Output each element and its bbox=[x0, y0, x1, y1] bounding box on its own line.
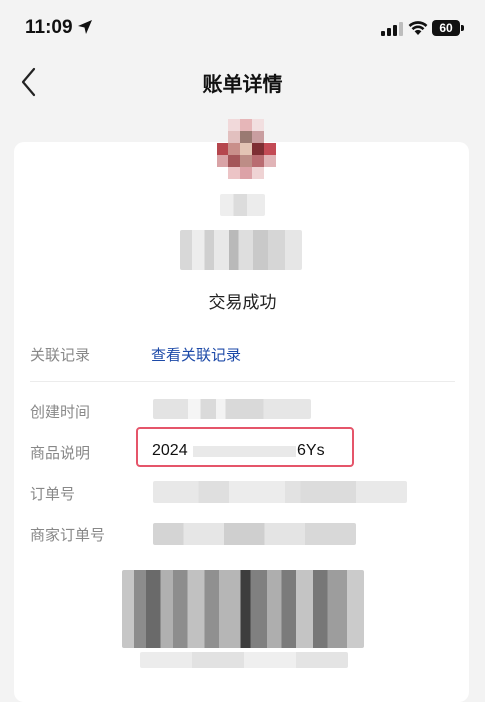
battery-level: 60 bbox=[439, 21, 453, 35]
location-arrow-icon bbox=[78, 20, 92, 34]
status-bar: 11:09 60 bbox=[0, 0, 485, 56]
transaction-status: 交易成功 bbox=[208, 293, 277, 312]
barcode-number-redacted bbox=[140, 652, 348, 668]
created-time-label: 创建时间 bbox=[30, 404, 91, 421]
amount-redacted bbox=[180, 230, 302, 270]
page-title: 账单详情 bbox=[202, 74, 283, 96]
product-description-value-start: 2024 bbox=[152, 442, 188, 459]
merchant-avatar bbox=[217, 119, 277, 181]
order-number-label: 订单号 bbox=[30, 486, 76, 503]
product-description-value-end: 6Ys bbox=[297, 442, 325, 459]
divider bbox=[30, 381, 455, 382]
product-description-label: 商品说明 bbox=[30, 445, 91, 462]
cellular-signal-icon bbox=[381, 22, 403, 36]
view-related-records-link[interactable]: 查看关联记录 bbox=[151, 344, 241, 365]
merchant-order-number-label: 商家订单号 bbox=[30, 527, 106, 544]
wifi-icon bbox=[408, 21, 428, 35]
merchant-name-redacted bbox=[220, 194, 265, 216]
created-time-redacted bbox=[153, 399, 311, 419]
barcode-redacted bbox=[122, 570, 364, 648]
merchant-order-number-redacted bbox=[153, 523, 356, 545]
status-time: 11:09 bbox=[25, 17, 73, 38]
battery-icon: 60 bbox=[432, 20, 460, 36]
product-description-redacted bbox=[193, 446, 296, 457]
related-records-label: 关联记录 bbox=[30, 347, 91, 364]
battery-cap bbox=[461, 25, 464, 31]
order-number-redacted bbox=[153, 481, 407, 503]
